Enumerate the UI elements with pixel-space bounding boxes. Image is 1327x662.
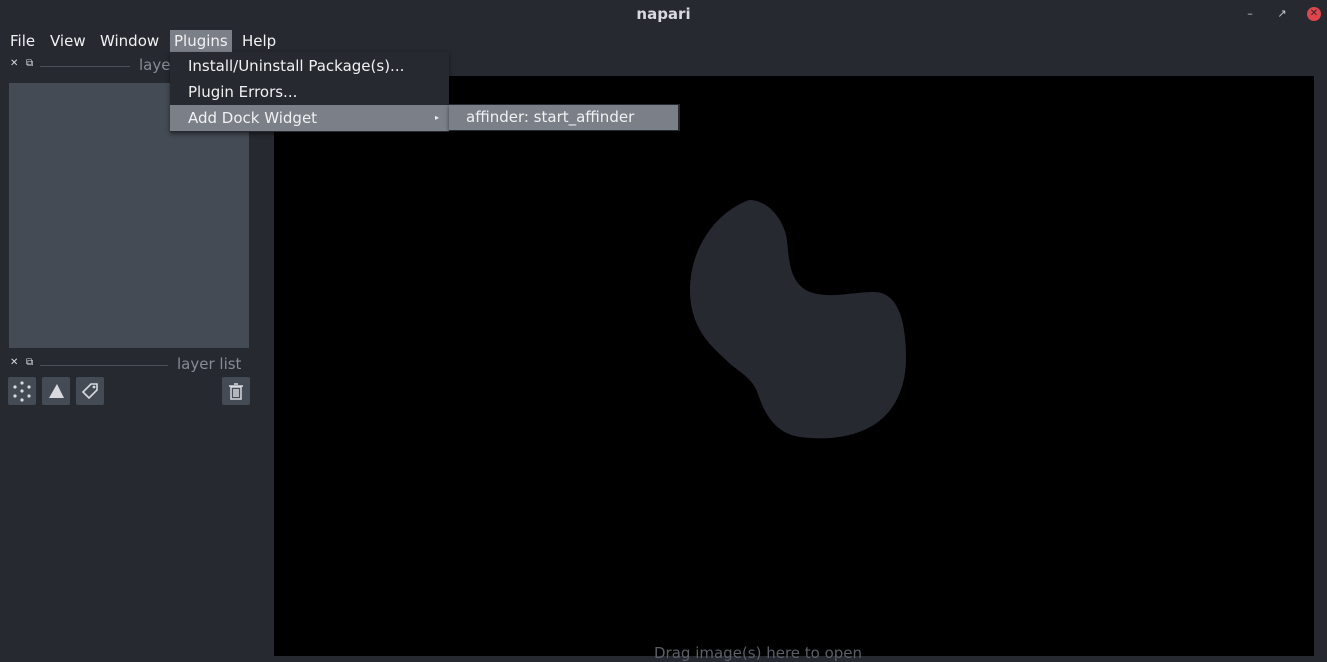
new-points-button[interactable]: [8, 377, 36, 405]
menu-bar: File View Window Plugins Help: [0, 28, 1327, 52]
menu-help[interactable]: Help: [242, 30, 276, 52]
menu-item-label: affinder: start_affinder: [466, 108, 635, 126]
menu-item-label: Install/Uninstall Package(s)...: [188, 57, 405, 75]
napari-logo-icon: [690, 200, 906, 439]
menu-install-uninstall[interactable]: Install/Uninstall Package(s)...: [170, 53, 449, 79]
new-labels-icon: [81, 383, 98, 400]
dock-close-icon[interactable]: ✕: [10, 58, 18, 69]
close-icon[interactable]: ✕: [1307, 7, 1321, 21]
submenu-arrow-icon: ▸: [434, 113, 439, 122]
menu-affinder-start[interactable]: affinder: start_affinder: [449, 105, 678, 130]
menu-window[interactable]: Window: [100, 30, 159, 52]
dock-divider: [40, 365, 168, 366]
dock-float-icon[interactable]: ⧉: [26, 357, 33, 368]
dock-close-icon[interactable]: ✕: [10, 357, 18, 368]
add-dock-widget-submenu: affinder: start_affinder: [449, 104, 680, 131]
menu-item-label: Plugin Errors...: [188, 83, 298, 101]
plugins-dropdown: Install/Uninstall Package(s)... Plugin E…: [170, 52, 449, 132]
menu-add-dock-widget[interactable]: Add Dock Widget ▸: [170, 105, 449, 131]
dock-divider: [40, 66, 130, 67]
menu-item-label: Add Dock Widget: [188, 109, 318, 127]
delete-layer-button[interactable]: [222, 377, 250, 405]
new-labels-button[interactable]: [76, 377, 104, 405]
new-shapes-icon: [49, 384, 64, 398]
layer-controls-title: laye: [139, 56, 171, 74]
drop-hint-text: Drag image(s) here to open: [654, 644, 863, 662]
menu-plugins[interactable]: Plugins: [170, 30, 232, 52]
minimize-icon[interactable]: –: [1243, 7, 1257, 21]
dock-float-icon[interactable]: ⧉: [26, 58, 33, 69]
layer-list-dock-header: ✕ ⧉ layer list: [8, 355, 248, 373]
right-edge-panel: [1314, 52, 1327, 656]
menu-file[interactable]: File: [10, 30, 35, 52]
layer-list-title: layer list: [177, 355, 242, 373]
viewer-canvas[interactable]: [274, 76, 1314, 656]
maximize-icon[interactable]: ↗: [1275, 7, 1289, 21]
window-title: napari: [0, 0, 1327, 28]
delete-layer-icon: [229, 383, 243, 400]
new-shapes-button[interactable]: [42, 377, 70, 405]
menu-plugin-errors[interactable]: Plugin Errors...: [170, 79, 449, 105]
menu-view[interactable]: View: [50, 30, 86, 52]
new-points-icon: [13, 381, 31, 402]
